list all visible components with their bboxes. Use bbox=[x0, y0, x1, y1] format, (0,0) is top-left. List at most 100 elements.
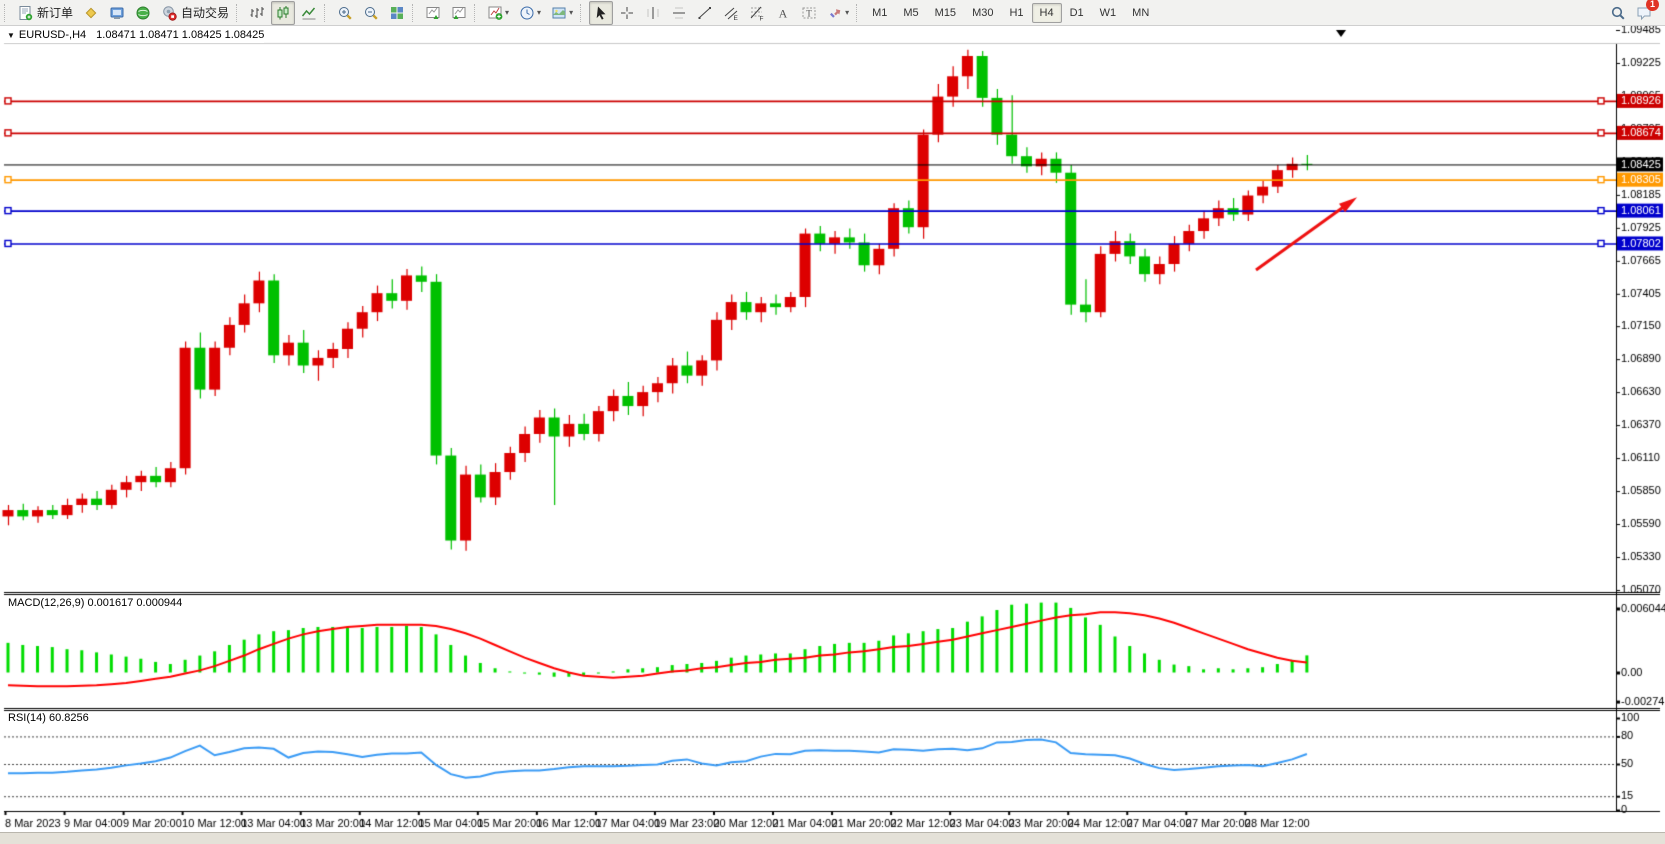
timeframe-toolbar: M1M5M15M30H1H4D1W1MN bbox=[864, 0, 1157, 26]
new-order-button-label: 新订单 bbox=[37, 4, 73, 21]
timeframe-w1[interactable]: W1 bbox=[1092, 3, 1125, 23]
periods-button[interactable]: ▾ bbox=[515, 1, 545, 25]
time-axis[interactable] bbox=[4, 812, 1616, 832]
toolbar-separator bbox=[580, 4, 585, 22]
horizontal-line-button[interactable] bbox=[667, 1, 691, 25]
line-chart-button[interactable] bbox=[297, 1, 321, 25]
zoom-in-button[interactable] bbox=[333, 1, 357, 25]
channel-icon: E bbox=[723, 5, 739, 21]
zoom-in-icon bbox=[337, 5, 353, 21]
timeframe-d1[interactable]: D1 bbox=[1062, 3, 1092, 23]
bar-chart-button[interactable] bbox=[245, 1, 269, 25]
toolbar-separator bbox=[236, 4, 241, 22]
chart-forward-button[interactable] bbox=[421, 1, 445, 25]
macd-panel[interactable] bbox=[4, 595, 1616, 707]
svg-text:F: F bbox=[760, 15, 764, 21]
clock-icon bbox=[519, 5, 535, 21]
autotrade-icon bbox=[161, 5, 177, 21]
notifications-button[interactable]: 1 bbox=[1632, 1, 1656, 25]
data-window-button[interactable] bbox=[105, 1, 129, 25]
timeframe-m30[interactable]: M30 bbox=[964, 3, 1001, 23]
toolbar-separator bbox=[4, 4, 9, 22]
zoom-out-icon bbox=[363, 5, 379, 21]
dropdown-arrow-icon: ▾ bbox=[537, 8, 541, 17]
dropdown-arrow-icon: ▾ bbox=[569, 8, 573, 17]
screen-icon bbox=[109, 5, 125, 21]
toolbar-separator bbox=[324, 4, 329, 22]
dropdown-arrow-icon: ▾ bbox=[505, 8, 509, 17]
chart-back-icon bbox=[451, 5, 467, 21]
indicators-button[interactable]: ▾ bbox=[483, 1, 513, 25]
toolbar-group-draw: E F A T ▾ bbox=[588, 0, 854, 26]
timeframe-h1[interactable]: H1 bbox=[1001, 3, 1031, 23]
search-icon bbox=[1610, 5, 1626, 21]
candle-chart-button[interactable] bbox=[271, 1, 295, 25]
search-button[interactable] bbox=[1606, 1, 1630, 25]
shapes-button[interactable]: ▾ bbox=[823, 1, 853, 25]
hline-icon bbox=[671, 5, 687, 21]
rsi-panel[interactable] bbox=[4, 710, 1616, 810]
symbol-dropdown-icon[interactable]: ▼ bbox=[7, 31, 15, 40]
vline-icon bbox=[645, 5, 661, 21]
toolbar-separator bbox=[474, 4, 479, 22]
mt4-window: 新订单 自动交易 ▾ ▾ ▾ E F A T ▾ M1M5M15M30H1H4D1W1MN 1 ▼ E… bbox=[0, 0, 1665, 844]
crosshair-icon bbox=[619, 5, 635, 21]
vertical-line-button[interactable] bbox=[641, 1, 665, 25]
chart-fwd-icon bbox=[425, 5, 441, 21]
text-label-icon: T bbox=[801, 5, 817, 21]
text-label-button[interactable]: T bbox=[797, 1, 821, 25]
chart-ohlc-values: 1.08471 1.08471 1.08425 1.08425 bbox=[96, 29, 264, 41]
timeframe-m1[interactable]: M1 bbox=[864, 3, 895, 23]
template-icon bbox=[551, 5, 567, 21]
fibonacci-button[interactable]: F bbox=[745, 1, 769, 25]
toolbar-group-arrange bbox=[420, 0, 472, 26]
indicator-add-icon bbox=[487, 5, 503, 21]
globe-icon bbox=[135, 5, 151, 21]
channel-button[interactable]: E bbox=[719, 1, 743, 25]
doc-plus-icon bbox=[17, 5, 33, 21]
auto-trading-button[interactable]: 自动交易 bbox=[157, 1, 233, 25]
auto-trading-button-label: 自动交易 bbox=[181, 4, 229, 21]
svg-text:A: A bbox=[779, 6, 788, 20]
toolbar-separator bbox=[412, 4, 417, 22]
timeframe-h4[interactable]: H4 bbox=[1032, 3, 1062, 23]
text-button[interactable]: A bbox=[771, 1, 795, 25]
svg-text:T: T bbox=[806, 8, 812, 18]
fibonacci-icon: F bbox=[749, 5, 765, 21]
templates-button[interactable]: ▾ bbox=[547, 1, 577, 25]
main-toolbar: 新订单 自动交易 ▾ ▾ ▾ E F A T ▾ M1M5M15M30H1H4D1W1MN 1 bbox=[0, 0, 1665, 26]
shapes-icon bbox=[827, 5, 843, 21]
chart-back-button[interactable] bbox=[447, 1, 471, 25]
timeframe-m5[interactable]: M5 bbox=[895, 3, 926, 23]
window-bottom-edge bbox=[0, 832, 1665, 844]
rsi-indicator-label: RSI(14) 60.8256 bbox=[8, 712, 89, 724]
tile-windows-button[interactable] bbox=[385, 1, 409, 25]
chart-title-bar[interactable]: ▼ EURUSD-,H4 1.08471 1.08471 1.08425 1.0… bbox=[3, 27, 264, 43]
text-a-icon: A bbox=[775, 5, 791, 21]
toolbar-group-insert: ▾ ▾ ▾ bbox=[482, 0, 578, 26]
new-order-button[interactable]: 新订单 bbox=[13, 1, 77, 25]
trendline-button[interactable] bbox=[693, 1, 717, 25]
svg-text:E: E bbox=[734, 15, 739, 21]
toolbar-group-trade: 新订单 自动交易 bbox=[12, 0, 234, 26]
cursor-button[interactable] bbox=[589, 1, 613, 25]
tile-icon bbox=[389, 5, 405, 21]
cursor-icon bbox=[593, 5, 609, 21]
zoom-out-button[interactable] bbox=[359, 1, 383, 25]
navigator-button[interactable] bbox=[131, 1, 155, 25]
market-watch-button[interactable] bbox=[79, 1, 103, 25]
macd-indicator-label: MACD(12,26,9) 0.001617 0.000944 bbox=[8, 597, 182, 609]
bar-chart-icon bbox=[249, 5, 265, 21]
crosshair-button[interactable] bbox=[615, 1, 639, 25]
toolbar-group-chart-type bbox=[244, 0, 322, 26]
trendline-icon bbox=[697, 5, 713, 21]
diamond-icon bbox=[83, 5, 99, 21]
main-chart-panel[interactable] bbox=[4, 44, 1616, 592]
dropdown-arrow-icon: ▾ bbox=[845, 8, 849, 17]
price-axis[interactable] bbox=[1616, 44, 1665, 810]
timeframe-m15[interactable]: M15 bbox=[927, 3, 964, 23]
timeframe-mn[interactable]: MN bbox=[1124, 3, 1157, 23]
notification-badge: 1 bbox=[1646, 0, 1659, 11]
candle-icon bbox=[275, 5, 291, 21]
toolbar-group-zoom bbox=[332, 0, 410, 26]
